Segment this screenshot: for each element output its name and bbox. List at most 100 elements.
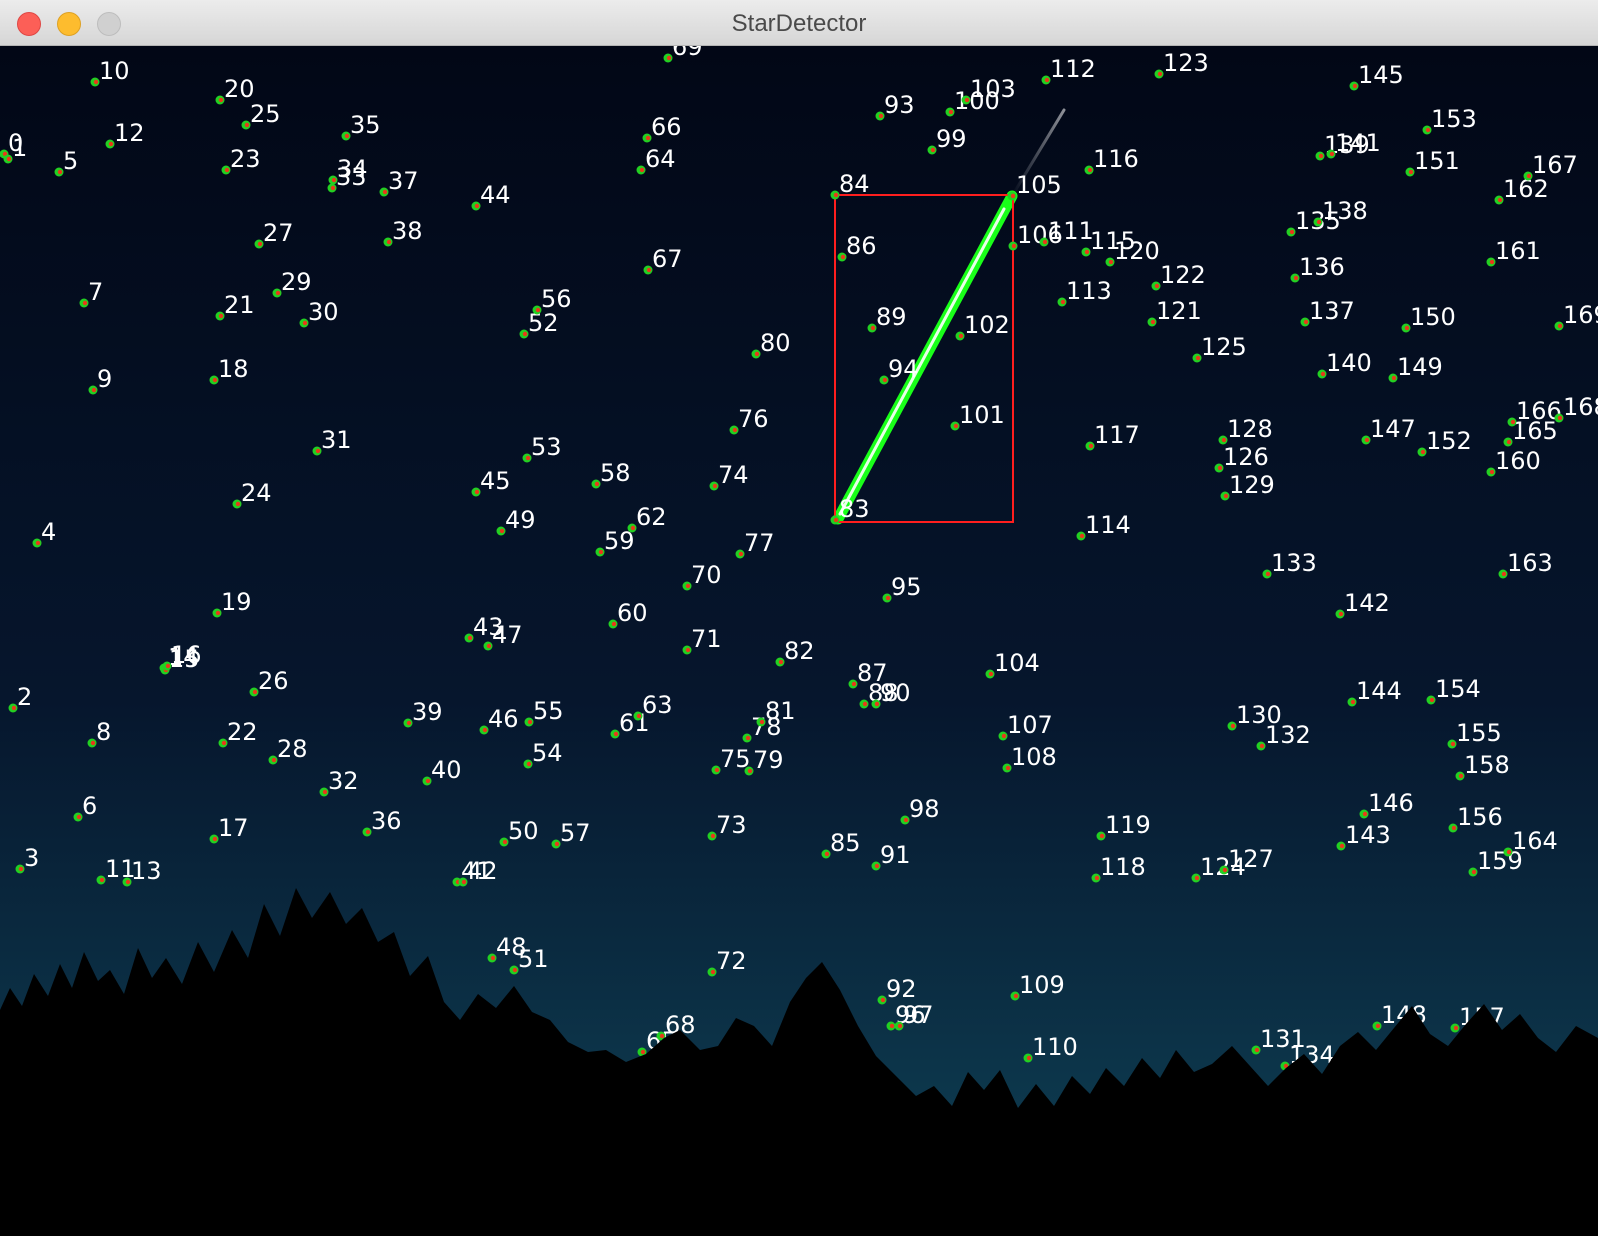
star-112[interactable]: 112 <box>1041 55 1096 85</box>
star-label: 42 <box>467 857 498 885</box>
star-core <box>874 863 880 869</box>
star-core <box>862 701 868 707</box>
star-127[interactable]: 127 <box>1219 845 1274 875</box>
star-103[interactable]: 103 <box>961 75 1016 105</box>
star-128[interactable]: 128 <box>1218 415 1273 445</box>
star-166[interactable]: 166 <box>1507 397 1562 427</box>
star-101[interactable]: 101 <box>950 401 1005 431</box>
star-core <box>315 448 321 454</box>
star-core <box>235 501 241 507</box>
star-113[interactable]: 113 <box>1057 277 1112 307</box>
star-core <box>778 659 784 665</box>
star-116[interactable]: 116 <box>1084 145 1139 175</box>
star-121[interactable]: 121 <box>1147 297 1202 327</box>
star-161[interactable]: 161 <box>1486 237 1541 267</box>
star-core <box>499 528 505 534</box>
star-164[interactable]: 164 <box>1503 827 1558 857</box>
star-137[interactable]: 137 <box>1300 297 1355 327</box>
star-129[interactable]: 129 <box>1220 471 1275 501</box>
star-label: 91 <box>880 841 911 869</box>
star-109[interactable]: 109 <box>1010 971 1065 1001</box>
star-152[interactable]: 152 <box>1417 427 1472 457</box>
star-117[interactable]: 117 <box>1085 421 1140 451</box>
star-158[interactable]: 158 <box>1455 751 1510 781</box>
star-126[interactable]: 126 <box>1214 443 1269 473</box>
star-155[interactable]: 155 <box>1447 719 1502 749</box>
star-119[interactable]: 119 <box>1096 811 1151 841</box>
star-111[interactable]: 111 <box>1039 217 1094 247</box>
star-154[interactable]: 154 <box>1426 675 1481 705</box>
star-151[interactable]: 151 <box>1405 147 1460 177</box>
star-145[interactable]: 145 <box>1349 61 1404 91</box>
star-107[interactable]: 107 <box>998 711 1053 741</box>
star-core <box>18 866 24 872</box>
star-153[interactable]: 153 <box>1422 105 1477 135</box>
star-160[interactable]: 160 <box>1486 447 1541 477</box>
star-144[interactable]: 144 <box>1347 677 1402 707</box>
star-core <box>1453 1025 1459 1031</box>
star-122[interactable]: 122 <box>1151 261 1206 291</box>
star-132[interactable]: 132 <box>1256 721 1311 751</box>
star-core <box>90 740 96 746</box>
star-label: 64 <box>645 145 676 173</box>
star-core <box>271 757 277 763</box>
star-core <box>35 540 41 546</box>
star-core <box>212 836 218 842</box>
star-label: 16 <box>171 641 202 669</box>
star-133[interactable]: 133 <box>1262 549 1317 579</box>
star-label: 28 <box>277 735 308 763</box>
star-core <box>1458 773 1464 779</box>
star-120[interactable]: 120 <box>1105 237 1160 267</box>
star-core <box>322 789 328 795</box>
star-146[interactable]: 146 <box>1359 789 1414 819</box>
star-label: 161 <box>1495 237 1541 265</box>
star-150[interactable]: 150 <box>1401 303 1456 333</box>
star-label: 140 <box>1326 349 1372 377</box>
star-label: 74 <box>718 461 749 489</box>
star-core <box>1450 741 1456 747</box>
star-core <box>1293 275 1299 281</box>
star-core <box>948 109 954 115</box>
star-147[interactable]: 147 <box>1361 415 1416 445</box>
title-bar[interactable]: StarDetector <box>0 0 1598 46</box>
star-label: 35 <box>350 111 381 139</box>
star-core <box>630 525 636 531</box>
star-163[interactable]: 163 <box>1498 549 1553 579</box>
star-label: 51 <box>518 945 549 973</box>
star-138[interactable]: 138 <box>1313 197 1368 227</box>
star-162[interactable]: 162 <box>1494 175 1549 205</box>
star-125[interactable]: 125 <box>1192 333 1247 363</box>
star-142[interactable]: 142 <box>1335 589 1390 619</box>
star-118[interactable]: 118 <box>1091 853 1146 883</box>
star-core <box>165 663 171 669</box>
star-core <box>425 778 431 784</box>
star-core <box>108 141 114 147</box>
star-core <box>964 97 970 103</box>
star-143[interactable]: 143 <box>1336 821 1391 851</box>
star-108[interactable]: 108 <box>1002 743 1057 773</box>
star-core <box>897 1023 903 1029</box>
star-label: 153 <box>1431 105 1477 133</box>
star-label: 158 <box>1464 751 1510 779</box>
star-141[interactable]: 141 <box>1326 129 1381 159</box>
star-140[interactable]: 140 <box>1317 349 1372 379</box>
star-core <box>1195 355 1201 361</box>
star-156[interactable]: 156 <box>1448 803 1503 833</box>
star-136[interactable]: 136 <box>1290 253 1345 283</box>
star-label: 166 <box>1516 397 1562 425</box>
star-149[interactable]: 149 <box>1388 353 1443 383</box>
star-167[interactable]: 167 <box>1523 151 1578 181</box>
star-core <box>218 97 224 103</box>
star-123[interactable]: 123 <box>1154 49 1209 79</box>
star-105[interactable]: 105 <box>1007 171 1062 201</box>
star-104[interactable]: 104 <box>985 649 1040 679</box>
star-core <box>880 997 886 1003</box>
star-114[interactable]: 114 <box>1076 511 1131 541</box>
star-core <box>1318 153 1324 159</box>
star-110[interactable]: 110 <box>1023 1033 1078 1063</box>
star-core <box>482 727 488 733</box>
star-label: 7 <box>88 278 103 306</box>
star-label: 29 <box>281 268 312 296</box>
star-core <box>490 955 496 961</box>
star-102[interactable]: 102 <box>955 311 1010 341</box>
